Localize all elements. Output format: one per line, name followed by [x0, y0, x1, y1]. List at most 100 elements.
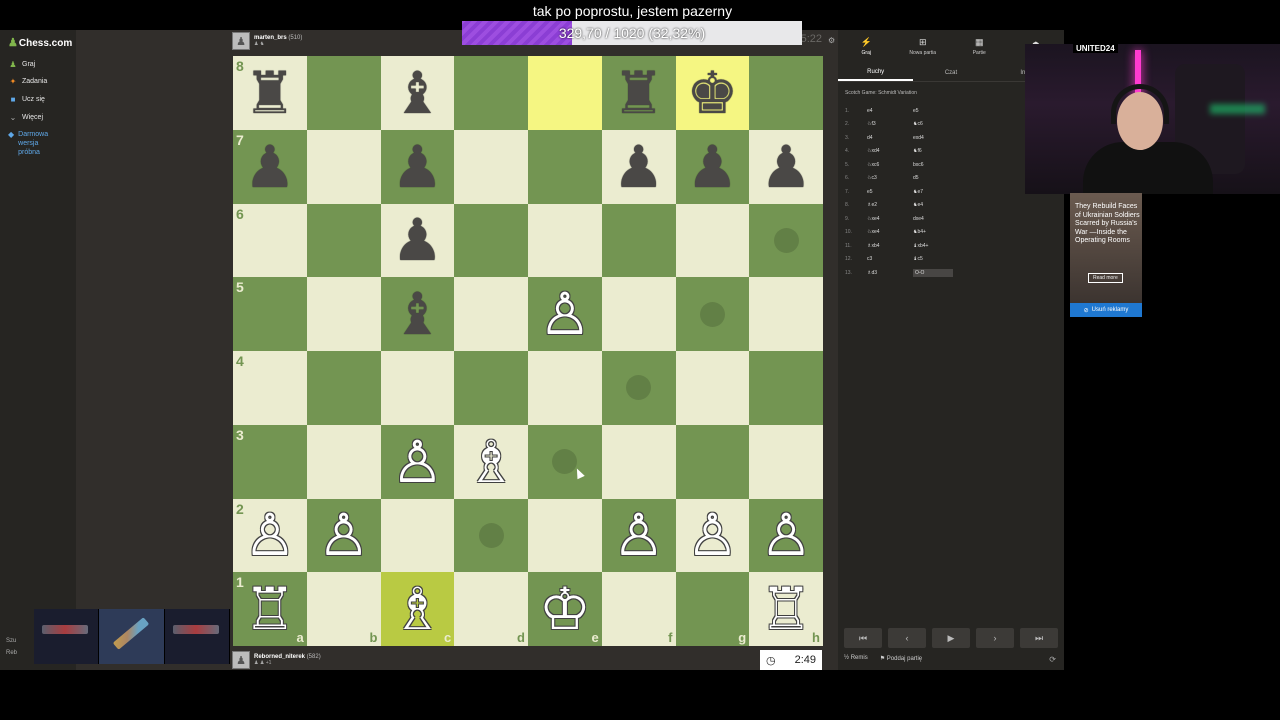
square-b6[interactable]: [306, 203, 381, 278]
white-bishop-icon[interactable]: ♗: [465, 433, 517, 491]
white-pawn-icon[interactable]: ♙: [686, 506, 738, 564]
square-g5[interactable]: [675, 277, 750, 351]
square-g1[interactable]: g: [675, 572, 750, 646]
sidebar-item-more[interactable]: ⌄ Więcej: [8, 113, 43, 122]
square-g8[interactable]: ♚: [675, 56, 750, 130]
black-move[interactable]: e5: [913, 108, 953, 114]
square-c4[interactable]: [380, 351, 455, 425]
resign-button[interactable]: ⚑ Poddaj partię: [880, 655, 922, 662]
sidebar-item-learn[interactable]: ■ Ucz się: [8, 95, 45, 104]
play-button[interactable]: ▶: [932, 628, 970, 648]
black-move[interactable]: ♞e7: [913, 189, 953, 195]
square-c6[interactable]: ♟: [380, 203, 455, 278]
white-move[interactable]: e5: [867, 189, 913, 195]
square-d8[interactable]: [454, 56, 528, 130]
square-d5[interactable]: [454, 277, 528, 351]
ad-read-more-button[interactable]: Read more: [1088, 273, 1123, 283]
sidebar-item-play[interactable]: ♟ Graj: [8, 60, 35, 69]
square-e8[interactable]: [528, 56, 602, 130]
square-e5[interactable]: ♙: [528, 277, 602, 351]
legal-move-dot[interactable]: [626, 375, 652, 401]
square-a7[interactable]: 7 ♟: [233, 129, 307, 204]
black-move[interactable]: d5: [913, 175, 953, 181]
square-h2[interactable]: ♙: [749, 498, 823, 573]
white-move[interactable]: ♗xb4: [867, 243, 913, 249]
square-f3[interactable]: [601, 424, 676, 499]
square-a2[interactable]: 2 ♙: [233, 498, 307, 573]
square-e1[interactable]: e ♔: [528, 572, 602, 646]
white-pawn-icon[interactable]: ♙: [760, 506, 812, 564]
square-e3[interactable]: [528, 424, 602, 499]
black-move[interactable]: bxc6: [913, 162, 953, 168]
white-pawn-icon[interactable]: ♙: [244, 506, 296, 564]
square-d4[interactable]: [454, 351, 528, 425]
tab-games[interactable]: ▦ Partie: [951, 30, 1008, 62]
black-bishop-icon[interactable]: ♝: [391, 64, 443, 122]
square-f8[interactable]: ♜: [601, 56, 676, 130]
last-move-button[interactable]: ⏭: [1020, 628, 1058, 648]
white-move[interactable]: ♗e2: [867, 202, 913, 208]
square-c7[interactable]: ♟: [380, 129, 455, 204]
square-h1[interactable]: h ♖: [749, 572, 823, 646]
black-king-icon[interactable]: ♚: [686, 64, 738, 122]
previous-move-button[interactable]: ‹: [888, 628, 926, 648]
square-f5[interactable]: [601, 277, 676, 351]
refresh-icon[interactable]: ⟳: [1049, 655, 1056, 664]
square-f1[interactable]: f: [601, 572, 676, 646]
white-pawn-icon[interactable]: ♙: [613, 506, 665, 564]
black-move[interactable]: exd4: [913, 135, 953, 141]
square-f4[interactable]: [601, 351, 676, 425]
search-shortcut[interactable]: Szu: [6, 638, 17, 644]
square-f2[interactable]: ♙: [601, 498, 676, 573]
square-d3[interactable]: ♗: [454, 424, 528, 499]
white-pawn-icon[interactable]: ♙: [318, 506, 370, 564]
tab-new-game[interactable]: ⊞ Nowa partia: [895, 30, 952, 62]
square-b2[interactable]: ♙: [306, 498, 381, 573]
gear-icon[interactable]: ⚙: [828, 36, 835, 45]
remove-ads-button[interactable]: ⊘ Usuń reklamy: [1070, 303, 1142, 317]
sidebar-item-puzzles[interactable]: ✦ Zadania: [8, 77, 48, 86]
square-c3[interactable]: ♙: [380, 424, 455, 499]
white-bishop-icon[interactable]: ♗: [391, 580, 443, 638]
white-move[interactable]: d4: [867, 135, 913, 141]
square-e6[interactable]: [528, 203, 602, 278]
square-a5[interactable]: 5: [233, 277, 307, 351]
square-b3[interactable]: [306, 424, 381, 499]
square-d1[interactable]: d: [454, 572, 528, 646]
white-move[interactable]: e4: [867, 108, 913, 114]
square-g2[interactable]: ♙: [675, 498, 750, 573]
chess-board[interactable]: 8 ♜ ♝ ♜ ♚ 7 ♟ ♟ ♟ ♟ ♟ 6 ♟ 5 ♝ ♙ 4 3 ♙ ♗ 2 ♙ ♙ ♙ ♙ ♙ 1 a ♖ b c ♗ d e ♔ f g h ♖: [233, 56, 823, 646]
white-move[interactable]: ♘xd4: [867, 148, 913, 154]
white-pawn-icon[interactable]: ♙: [391, 433, 443, 491]
chess-logo[interactable]: ♟Chess.com: [8, 36, 72, 49]
square-h8[interactable]: [749, 56, 823, 130]
black-move[interactable]: ♝c5: [913, 256, 953, 262]
square-h6[interactable]: [749, 203, 823, 278]
profile-shortcut[interactable]: Reb: [6, 650, 17, 656]
square-a6[interactable]: 6: [233, 203, 307, 278]
square-h4[interactable]: [749, 351, 823, 425]
black-pawn-icon[interactable]: ♟: [686, 138, 738, 196]
square-b1[interactable]: b: [306, 572, 381, 646]
square-g4[interactable]: [675, 351, 750, 425]
next-move-button[interactable]: ›: [976, 628, 1014, 648]
square-b5[interactable]: [306, 277, 381, 351]
black-pawn-icon[interactable]: ♟: [244, 138, 296, 196]
white-move[interactable]: ♘xe4: [867, 216, 913, 222]
square-g7[interactable]: ♟: [675, 129, 750, 204]
legal-move-dot[interactable]: [478, 522, 504, 548]
square-c5[interactable]: ♝: [380, 277, 455, 351]
black-pawn-icon[interactable]: ♟: [760, 138, 812, 196]
black-move[interactable]: ♞e4: [913, 202, 953, 208]
square-d6[interactable]: [454, 203, 528, 278]
square-b4[interactable]: [306, 351, 381, 425]
white-move[interactable]: ♘c3: [867, 175, 913, 181]
sidebar-item-trial[interactable]: ◆ Darmowa wersja próbna: [8, 130, 58, 157]
black-move[interactable]: O-O: [913, 268, 953, 277]
square-f7[interactable]: ♟: [601, 129, 676, 204]
square-e4[interactable]: [528, 351, 602, 425]
black-move[interactable]: ♞b4+: [913, 229, 953, 235]
square-e7[interactable]: [528, 129, 602, 204]
square-e2[interactable]: [528, 498, 602, 573]
square-a8[interactable]: 8 ♜: [233, 56, 307, 130]
